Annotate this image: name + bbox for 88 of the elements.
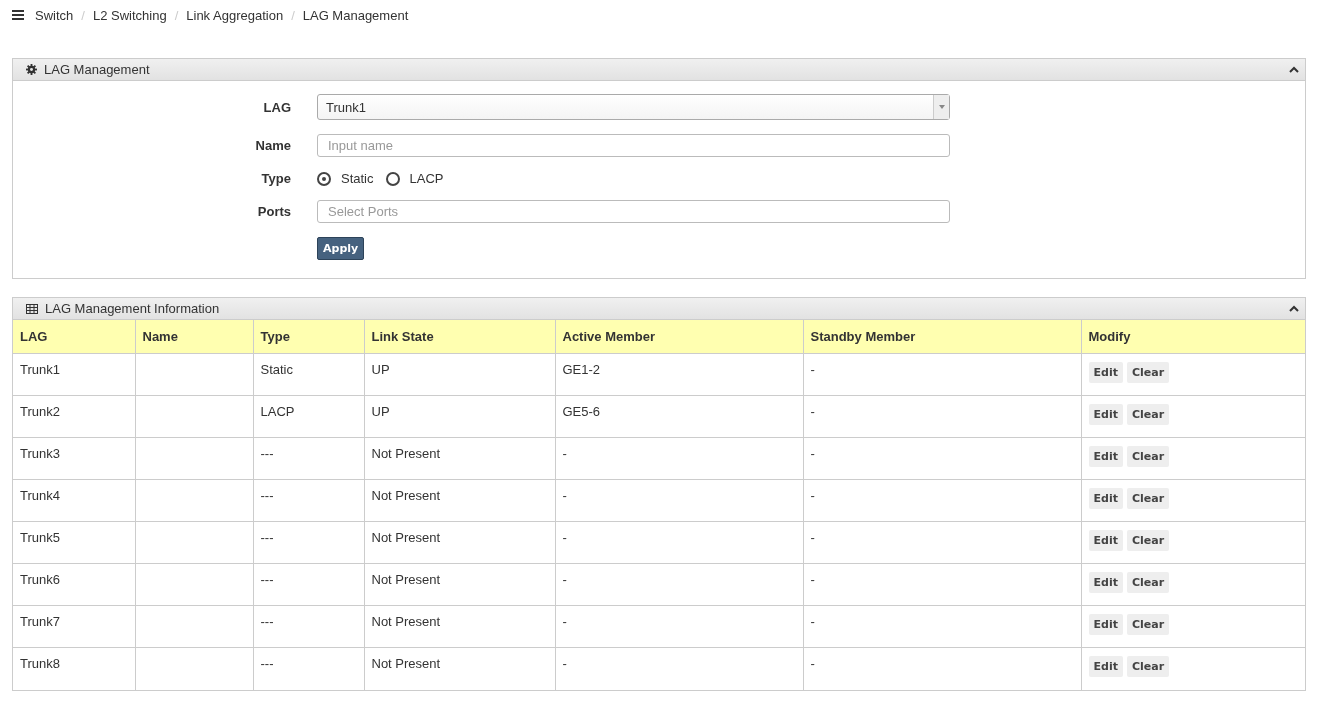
- table-cell: LACP: [253, 395, 364, 438]
- field-label: Name: [254, 138, 292, 153]
- table-cell: -: [555, 563, 803, 606]
- table-cell: Not Present: [364, 647, 555, 690]
- edit-button[interactable]: Edit: [1088, 656, 1123, 677]
- field-label: Type: [260, 171, 292, 186]
- table-cell: -: [803, 353, 1081, 396]
- table-cell: ---: [253, 479, 364, 522]
- clear-button[interactable]: Clear: [1126, 362, 1170, 383]
- table-cell: Not Present: [364, 605, 555, 648]
- table-cell: ---: [253, 521, 364, 564]
- table-icon: [26, 303, 38, 314]
- dropdown-caret-icon: [938, 105, 945, 109]
- edit-button[interactable]: Edit: [1088, 530, 1123, 551]
- clear-button[interactable]: Clear: [1126, 446, 1170, 467]
- clear-button[interactable]: Clear: [1126, 614, 1170, 635]
- table-cell: Trunk3: [13, 437, 135, 480]
- collapse-icon[interactable]: [1289, 66, 1299, 73]
- column-header: LAG: [13, 320, 135, 354]
- clear-button[interactable]: Clear: [1126, 488, 1170, 509]
- table-cell: -: [555, 479, 803, 522]
- table-cell: ---: [253, 563, 364, 606]
- edit-button[interactable]: Edit: [1088, 614, 1123, 635]
- table-cell: Trunk7: [13, 605, 135, 648]
- radio-option[interactable]: Static: [317, 171, 374, 186]
- edit-button[interactable]: Edit: [1088, 572, 1123, 593]
- column-header: Link State: [364, 320, 555, 354]
- table-cell: Trunk6: [13, 563, 135, 606]
- table-cell: Not Present: [364, 563, 555, 606]
- table-cell: ---: [253, 647, 364, 690]
- table-cell: Not Present: [364, 437, 555, 480]
- table-cell: -: [803, 437, 1081, 480]
- edit-button[interactable]: Edit: [1088, 404, 1123, 425]
- table-cell: -: [803, 563, 1081, 606]
- column-header: Name: [135, 320, 253, 354]
- table-cell: -: [803, 647, 1081, 690]
- field-label: Ports: [256, 204, 292, 219]
- table-cell: Static: [253, 353, 364, 396]
- input-field[interactable]: Input name: [317, 134, 950, 157]
- clear-button[interactable]: Clear: [1126, 530, 1170, 551]
- input-field[interactable]: Select Ports: [317, 200, 950, 223]
- clear-button[interactable]: Clear: [1126, 656, 1170, 677]
- edit-button[interactable]: Edit: [1088, 362, 1123, 383]
- table-cell: Trunk2: [13, 395, 135, 438]
- apply-button[interactable]: Apply: [317, 237, 365, 260]
- table-cell: ---: [253, 437, 364, 480]
- table-cell: Trunk4: [13, 479, 135, 522]
- table-cell: -: [555, 437, 803, 480]
- column-header: Active Member: [555, 320, 803, 354]
- table-cell: -: [803, 521, 1081, 564]
- breadcrumb-link[interactable]: LAG Management: [302, 7, 409, 23]
- panel-title: LAG Management: [44, 62, 150, 77]
- table-cell: UP: [364, 353, 555, 396]
- table-cell: Not Present: [364, 521, 555, 564]
- breadcrumb-separator: /: [81, 7, 85, 23]
- table-cell: ---: [253, 605, 364, 648]
- radio-option[interactable]: LACP: [385, 171, 444, 186]
- menu-icon[interactable]: [12, 10, 24, 20]
- table-cell: Trunk1: [13, 353, 135, 396]
- breadcrumb-separator: /: [174, 7, 179, 23]
- gear-icon: [26, 64, 37, 75]
- table-cell: GE1-2: [555, 353, 803, 396]
- column-header: Standby Member: [803, 320, 1081, 354]
- table-cell: UP: [364, 395, 555, 438]
- panel-title: LAG Management Information: [45, 301, 220, 316]
- edit-button[interactable]: Edit: [1088, 446, 1123, 467]
- table-cell: -: [803, 395, 1081, 438]
- collapse-icon[interactable]: [1289, 305, 1299, 312]
- clear-button[interactable]: Clear: [1126, 572, 1170, 593]
- table-cell: -: [555, 647, 803, 690]
- table-cell: -: [555, 605, 803, 648]
- field-label: LAG: [262, 99, 292, 115]
- table-cell: -: [803, 605, 1081, 648]
- table-cell: Trunk8: [13, 647, 135, 690]
- clear-button[interactable]: Clear: [1126, 404, 1170, 425]
- table-cell: -: [803, 479, 1081, 522]
- table-cell: -: [555, 521, 803, 564]
- table-cell: GE5-6: [555, 395, 803, 438]
- table-cell: Trunk5: [13, 521, 135, 564]
- breadcrumb-link[interactable]: Link Aggregation: [186, 7, 284, 23]
- breadcrumb-separator: /: [291, 7, 295, 23]
- column-header: Modify: [1081, 320, 1305, 354]
- lag-dropdown[interactable]: Trunk1: [317, 94, 950, 120]
- edit-button[interactable]: Edit: [1088, 488, 1123, 509]
- breadcrumb-link[interactable]: Switch: [35, 7, 74, 23]
- column-header: Type: [253, 320, 364, 354]
- table-cell: Not Present: [364, 479, 555, 522]
- breadcrumb-link[interactable]: L2 Switching: [92, 7, 167, 23]
